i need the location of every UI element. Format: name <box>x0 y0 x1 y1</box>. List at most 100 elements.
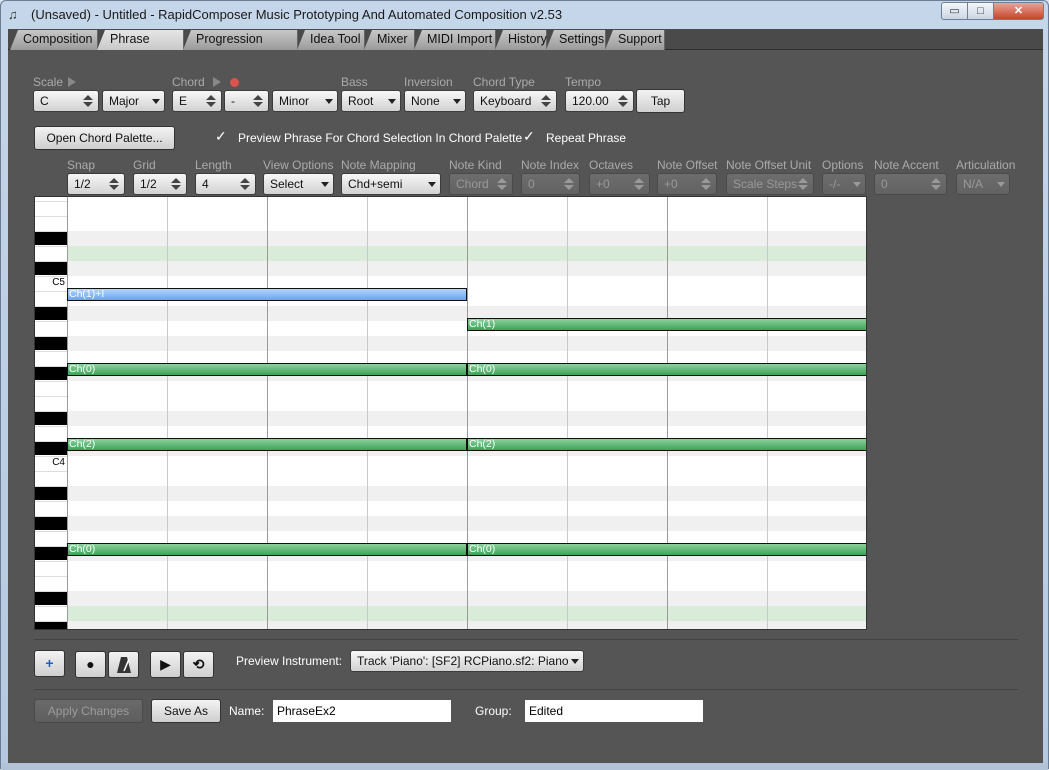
phrase-note[interactable]: Ch(0) <box>467 363 866 376</box>
spin-arrows-icon <box>107 176 122 192</box>
minimize-button[interactable]: ▭ <box>941 2 968 20</box>
articulation-dropdown[interactable]: N/A <box>956 173 1010 195</box>
note-mapping-dropdown[interactable]: Chd+semi <box>341 173 441 195</box>
piano-key[interactable] <box>35 607 67 621</box>
tab-mixer[interactable]: Mixer <box>364 30 415 50</box>
piano-key[interactable] <box>35 382 67 396</box>
piano-key[interactable] <box>35 292 67 306</box>
title-bar[interactable]: ♫ (Unsaved) - Untitled - RapidComposer M… <box>1 1 1048 29</box>
piano-key[interactable] <box>35 247 67 261</box>
tab-phrase-editor[interactable]: Phrase Editor <box>97 30 184 50</box>
phrase-note[interactable]: Ch(0) <box>67 363 467 376</box>
key-divider <box>35 231 67 232</box>
key-divider <box>35 366 67 367</box>
bass-dropdown[interactable]: Root <box>341 90 401 112</box>
phrase-note[interactable]: Ch(2) <box>67 438 467 451</box>
phrase-note[interactable]: Ch(1)+I <box>67 288 467 301</box>
piano-key[interactable] <box>35 232 67 245</box>
piano-key[interactable] <box>35 442 67 455</box>
piano-key[interactable] <box>35 472 67 486</box>
phrase-note[interactable]: Ch(0) <box>67 543 467 556</box>
piano-key[interactable] <box>35 412 67 425</box>
tab-progression-editor[interactable]: Progression Editor <box>183 30 298 50</box>
octaves-spinner[interactable]: +0 <box>589 173 650 195</box>
piano-key[interactable] <box>35 217 67 231</box>
group-input[interactable]: Edited <box>524 699 704 723</box>
phrase-note[interactable]: Ch(0) <box>467 543 866 556</box>
note-accent-value: 0 <box>881 177 888 191</box>
piano-key[interactable] <box>35 262 67 275</box>
piano-key[interactable] <box>35 307 67 320</box>
chord-record-icon[interactable] <box>230 78 239 87</box>
spin-arrows-icon <box>539 93 554 109</box>
note-accent-spinner[interactable]: 0 <box>874 173 947 195</box>
maximize-button[interactable]: □ <box>967 2 994 20</box>
chord-type-voicing-spinner[interactable]: Keyboard <box>473 90 557 112</box>
piano-key[interactable] <box>35 322 67 336</box>
piano-key[interactable] <box>35 427 67 441</box>
key-divider <box>35 516 67 517</box>
apply-changes-button[interactable]: Apply Changes <box>34 699 143 723</box>
piano-key[interactable] <box>35 577 67 591</box>
tap-button[interactable]: Tap <box>636 89 685 113</box>
piano-key[interactable] <box>35 547 67 560</box>
tab-composition[interactable]: Composition <box>10 30 98 50</box>
loop-button[interactable]: ⟲ <box>183 651 214 678</box>
name-label: Name: <box>229 704 265 718</box>
preview-instrument-dropdown[interactable]: Track 'Piano': [SF2] RCPiano.sf2: Piano <box>350 650 584 672</box>
phrase-note[interactable]: Ch(1) <box>467 318 866 331</box>
length-label: Length <box>195 158 232 172</box>
chord-play-icon[interactable] <box>213 77 221 87</box>
inversion-dropdown[interactable]: None <box>404 90 466 112</box>
piano-key[interactable] <box>35 367 67 380</box>
piano-key[interactable] <box>35 352 67 366</box>
grid-spinner[interactable]: 1/2 <box>133 173 187 195</box>
note-offset-value: +0 <box>664 177 678 191</box>
record-button[interactable]: ● <box>75 651 106 678</box>
tab-idea-tool[interactable]: Idea Tool <box>297 30 365 50</box>
scale-root-spinner[interactable]: C <box>33 90 99 112</box>
grid-line <box>267 197 268 629</box>
piano-key[interactable] <box>35 502 67 516</box>
name-input[interactable]: PhraseEx2 <box>272 699 452 723</box>
preview-phrase-checkbox[interactable]: ✓ <box>215 128 227 145</box>
chord-accidental-spinner[interactable]: - <box>224 90 269 112</box>
note-kind-spinner[interactable]: Chord <box>449 173 513 195</box>
close-button[interactable]: ✕ <box>993 2 1044 20</box>
save-as-button[interactable]: Save As <box>151 699 221 723</box>
add-phrase-button[interactable]: + <box>34 650 65 677</box>
piano-key[interactable] <box>35 517 67 530</box>
piano-key[interactable] <box>35 487 67 500</box>
piano-key[interactable] <box>35 562 67 576</box>
note-index-spinner[interactable]: 0 <box>521 173 580 195</box>
piano-key[interactable] <box>35 622 67 629</box>
tab-midi-import[interactable]: MIDI Import <box>414 30 496 50</box>
scale-play-icon[interactable] <box>68 77 76 87</box>
minimize-icon: ▭ <box>949 5 960 17</box>
repeat-phrase-label: Repeat Phrase <box>546 131 627 145</box>
snap-spinner[interactable]: 1/2 <box>67 173 125 195</box>
tab-support[interactable]: Support <box>605 30 665 50</box>
play-button[interactable]: ▶ <box>150 651 181 678</box>
metronome-button[interactable] <box>108 651 139 678</box>
open-chord-palette-button[interactable]: Open Chord Palette... <box>34 126 175 150</box>
view-options-dropdown[interactable]: Select <box>263 173 334 195</box>
chord-type-dropdown[interactable]: Minor <box>272 90 338 112</box>
piano-key[interactable] <box>35 337 67 350</box>
repeat-phrase-checkbox[interactable]: ✓ <box>523 128 535 145</box>
options-dropdown[interactable]: -/- <box>822 173 866 195</box>
tab-history[interactable]: History <box>495 30 547 50</box>
piano-key[interactable] <box>35 202 67 216</box>
note-offset-spinner[interactable]: +0 <box>657 173 717 195</box>
length-spinner[interactable]: 4 <box>195 173 256 195</box>
tab-settings[interactable]: Settings <box>546 30 606 50</box>
piano-key[interactable] <box>35 532 67 546</box>
piano-key[interactable] <box>35 592 67 605</box>
piano-roll[interactable]: C5 C4 Ch(1)+I Ch(1) Ch(0) Ch(0) Ch(2) Ch(2) Ch(0… <box>34 196 867 630</box>
note-offset-unit-spinner[interactable]: Scale Steps <box>726 173 814 195</box>
phrase-note[interactable]: Ch(2) <box>467 438 866 451</box>
chord-root-spinner[interactable]: E <box>172 90 222 112</box>
scale-type-dropdown[interactable]: Major <box>102 90 165 112</box>
tempo-spinner[interactable]: 120.00 <box>565 90 634 112</box>
piano-key[interactable] <box>35 397 67 411</box>
